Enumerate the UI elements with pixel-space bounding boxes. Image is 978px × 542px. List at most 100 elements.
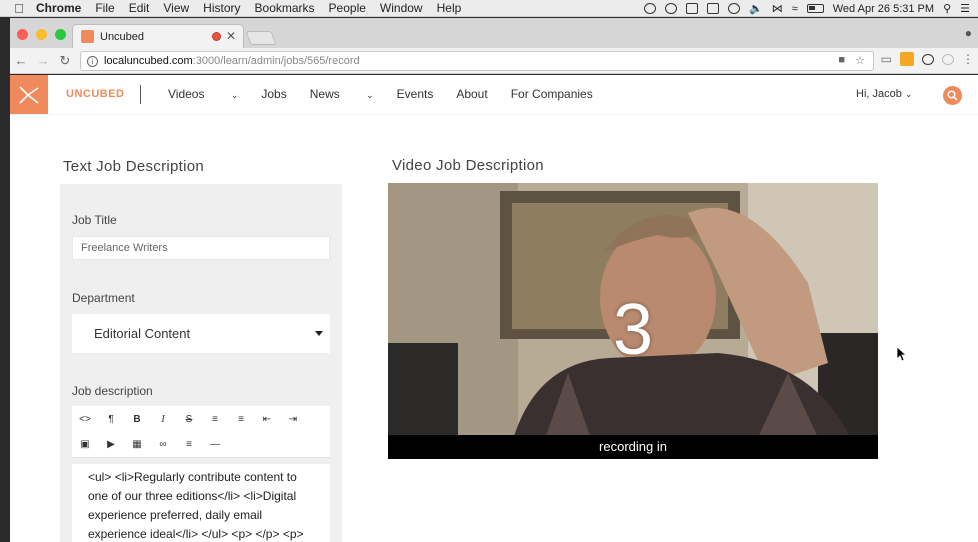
nav-events[interactable]: Events bbox=[397, 87, 434, 101]
menu-edit[interactable]: Edit bbox=[129, 1, 150, 15]
forward-icon[interactable]: → bbox=[32, 53, 54, 68]
cast-icon[interactable]: ▭ bbox=[881, 52, 892, 66]
job-description-label: Job description bbox=[72, 384, 153, 398]
airplay-icon[interactable] bbox=[686, 3, 698, 14]
mouse-cursor-icon bbox=[897, 347, 907, 362]
menu-list-icon[interactable]: ☰ bbox=[960, 2, 970, 15]
bluetooth-icon[interactable]: ⋈ bbox=[772, 2, 783, 15]
menu-help[interactable]: Help bbox=[437, 1, 462, 15]
window-controls bbox=[17, 29, 66, 40]
back-icon[interactable]: ← bbox=[10, 53, 32, 68]
menu-window[interactable]: Window bbox=[380, 1, 423, 15]
browser-window: Uncubed ✕ ● ← → ↻ i localuncubed.com :30… bbox=[10, 18, 978, 74]
menu-history[interactable]: History bbox=[203, 1, 240, 15]
bold-icon[interactable]: B bbox=[124, 408, 150, 430]
site-header: UNCUBED Videos ⌄ Jobs News ⌄ Events Abou… bbox=[10, 75, 978, 115]
tab-bar: Uncubed ✕ ● bbox=[10, 18, 978, 48]
video-icon[interactable]: ▶ bbox=[98, 433, 124, 455]
url-host: localuncubed.com bbox=[104, 55, 193, 67]
chevron-down-icon: ⌄ bbox=[904, 89, 913, 99]
department-selected-value: Editorial Content bbox=[94, 326, 191, 341]
dropdown-caret-icon bbox=[315, 331, 323, 336]
italic-icon[interactable]: I bbox=[150, 408, 176, 430]
reload-icon[interactable]: ↻ bbox=[54, 53, 76, 69]
tab-title: Uncubed bbox=[100, 30, 145, 43]
job-description-editor[interactable]: <ul> <li>Regularly contribute content to… bbox=[72, 464, 330, 542]
profile-icon[interactable]: ● bbox=[965, 26, 972, 40]
close-tab-icon[interactable]: ✕ bbox=[226, 29, 236, 43]
close-window-button[interactable] bbox=[17, 29, 28, 40]
extension-2-icon[interactable] bbox=[922, 53, 934, 65]
bullet-list-icon[interactable]: ≡ bbox=[202, 408, 228, 430]
search-icon bbox=[947, 90, 958, 101]
menu-app-chrome[interactable]: Chrome bbox=[36, 1, 81, 15]
numbered-list-icon[interactable]: ≡ bbox=[228, 408, 254, 430]
paragraph-icon[interactable]: ¶ bbox=[98, 408, 124, 430]
nav-videos-label: Videos bbox=[168, 87, 205, 101]
nav-news[interactable]: News ⌄ bbox=[310, 87, 374, 101]
image-icon[interactable]: ▣ bbox=[72, 433, 98, 455]
recording-indicator-icon bbox=[212, 32, 221, 41]
nav-videos[interactable]: Videos ⌄ bbox=[168, 87, 238, 101]
time-machine-icon[interactable] bbox=[728, 3, 740, 14]
chevron-down-icon: ⌄ bbox=[366, 90, 374, 100]
job-form-panel: Job Title Freelance Writers Department E… bbox=[60, 184, 342, 542]
uncubed-logo[interactable] bbox=[10, 75, 48, 114]
table-icon[interactable]: ▦ bbox=[124, 433, 150, 455]
zoom-window-button[interactable] bbox=[55, 29, 66, 40]
outdent-icon[interactable]: ⇤ bbox=[254, 408, 280, 430]
address-bar[interactable]: i localuncubed.com :3000/learn/admin/job… bbox=[80, 51, 874, 71]
tab-uncubed[interactable]: Uncubed ✕ bbox=[72, 24, 244, 48]
chrome-menu-icon[interactable]: ⋮ bbox=[962, 52, 974, 66]
battery-icon[interactable] bbox=[806, 4, 824, 13]
nav-for-companies[interactable]: For Companies bbox=[511, 87, 593, 101]
apple-icon[interactable]:  bbox=[8, 1, 30, 16]
code-view-icon[interactable]: <> bbox=[72, 408, 98, 430]
job-title-label: Job Title bbox=[72, 213, 117, 227]
new-tab-button[interactable] bbox=[245, 31, 277, 45]
status-icon-1[interactable] bbox=[644, 3, 656, 14]
nav-jobs[interactable]: Jobs bbox=[261, 87, 286, 101]
logo-mark-icon bbox=[19, 85, 39, 104]
site-info-icon[interactable]: i bbox=[87, 55, 98, 67]
camera-icon[interactable]: ■ bbox=[838, 54, 845, 66]
clock[interactable]: Wed Apr 26 5:31 PM bbox=[833, 3, 934, 15]
lock-icon[interactable] bbox=[707, 3, 719, 14]
user-greeting: Hi, Jacob bbox=[856, 88, 902, 100]
menu-file[interactable]: File bbox=[95, 1, 114, 15]
horizontal-rule-icon[interactable]: — bbox=[202, 433, 228, 455]
link-icon[interactable]: ∞ bbox=[150, 433, 176, 455]
favicon-icon bbox=[81, 30, 94, 43]
nav-divider bbox=[140, 85, 141, 104]
bookmark-star-icon[interactable]: ☆ bbox=[855, 54, 865, 67]
nav-news-label: News bbox=[309, 87, 340, 101]
countdown-number: 3 bbox=[612, 290, 654, 370]
editor-toolbar: <> ¶ B I S ≡ ≡ ⇤ ⇥ ▣ ▶ ▦ ∞ ≡ — bbox=[72, 406, 330, 458]
volume-icon[interactable]: 🔈 bbox=[749, 2, 763, 15]
menu-people[interactable]: People bbox=[329, 1, 366, 15]
web-page: UNCUBED Videos ⌄ Jobs News ⌄ Events Abou… bbox=[10, 75, 978, 542]
spotlight-icon[interactable]: ⚲ bbox=[943, 2, 951, 15]
video-section-heading: Video Job Description bbox=[392, 157, 544, 174]
browser-toolbar: ← → ↻ i localuncubed.com :3000/learn/adm… bbox=[10, 48, 978, 74]
extension-icon[interactable] bbox=[900, 52, 914, 66]
video-recorder[interactable]: 3 recording in bbox=[388, 183, 878, 459]
nav-about[interactable]: About bbox=[456, 87, 487, 101]
brand-name[interactable]: UNCUBED bbox=[66, 88, 125, 100]
status-icon-2[interactable] bbox=[665, 3, 677, 14]
job-title-input[interactable]: Freelance Writers bbox=[72, 236, 330, 260]
indent-icon[interactable]: ⇥ bbox=[280, 408, 306, 430]
extension-3-icon[interactable] bbox=[942, 53, 954, 65]
menu-bookmarks[interactable]: Bookmarks bbox=[255, 1, 315, 15]
main-nav: Videos ⌄ Jobs News ⌄ Events About For Co… bbox=[168, 87, 616, 101]
user-menu[interactable]: Hi, Jacob ⌄ bbox=[856, 88, 912, 100]
wifi-icon[interactable]: ≈ bbox=[792, 3, 798, 15]
url-path: :3000/learn/admin/jobs/565/record bbox=[192, 55, 360, 67]
strikethrough-icon[interactable]: S bbox=[176, 408, 202, 430]
search-button[interactable] bbox=[943, 86, 962, 105]
chevron-down-icon: ⌄ bbox=[230, 90, 239, 100]
minimize-window-button[interactable] bbox=[36, 29, 47, 40]
menu-view[interactable]: View bbox=[163, 1, 189, 15]
department-select[interactable]: Editorial Content bbox=[72, 314, 330, 353]
align-icon[interactable]: ≡ bbox=[176, 433, 202, 455]
